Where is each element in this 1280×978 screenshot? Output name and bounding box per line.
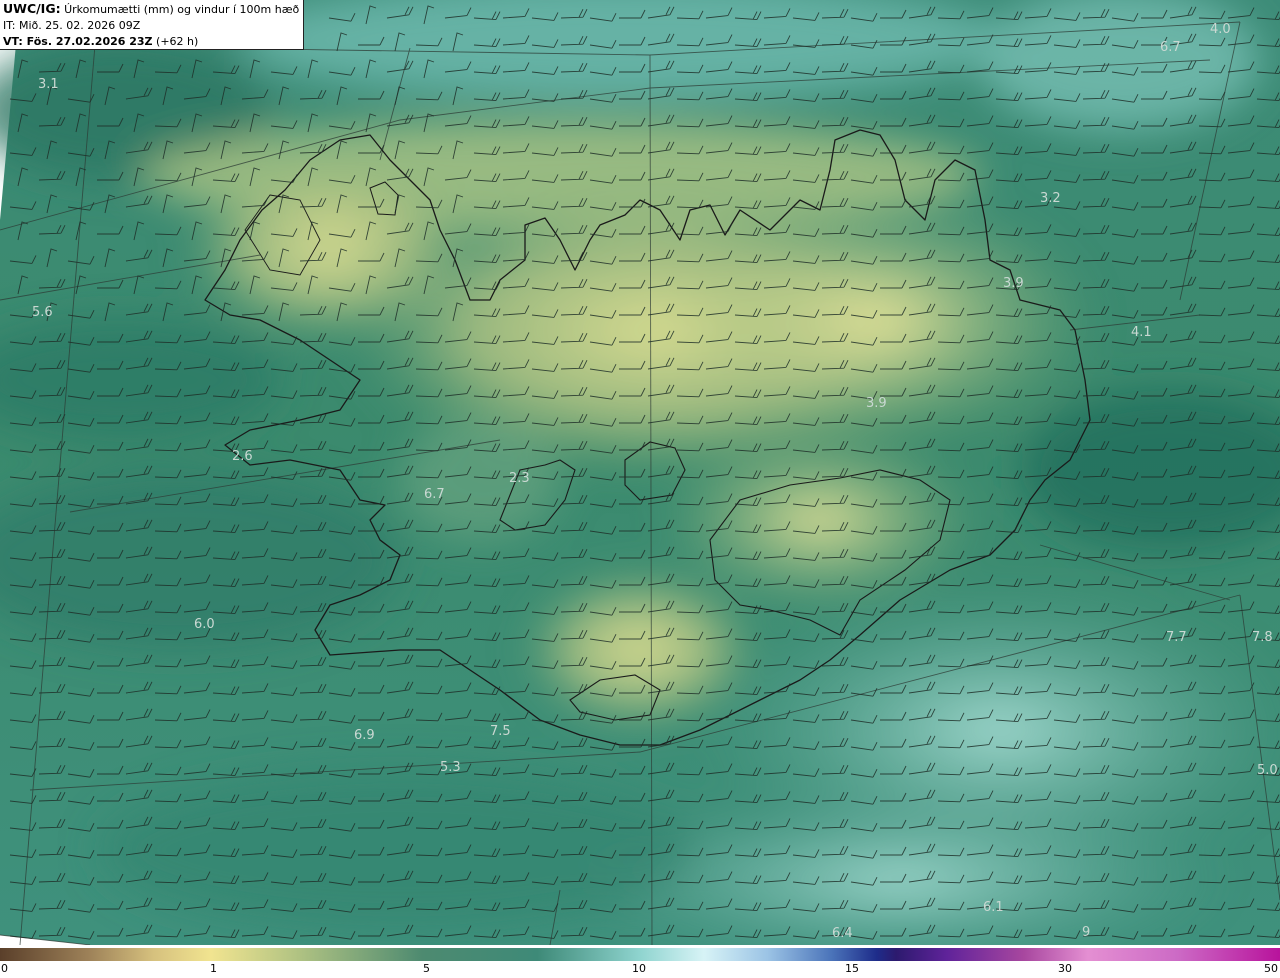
colorbar: 0 1 5 10 15 30 50 <box>0 945 1280 978</box>
colorbar-tick: 50 <box>1264 962 1278 975</box>
precip-value-label: 6.0 <box>194 617 215 632</box>
precip-value-label: 5.0 <box>1257 763 1278 778</box>
map-header: UWC/IG: Úrkomumætti (mm) og vindur í 100… <box>0 0 304 50</box>
map-canvas: 3.1 6.7 4.0 3.2 5.6 3.9 4.1 3.9 2.6 6.7 2.3 6.0 7.7 7… <box>0 0 1280 945</box>
colorbar-tick: 1 <box>210 962 217 975</box>
precip-value-label: 2.3 <box>509 471 530 486</box>
colorbar-tick: 5 <box>423 962 430 975</box>
precip-value-label: 4.1 <box>1131 325 1152 340</box>
precip-value-label: 3.1 <box>38 77 59 92</box>
colorbar-tick: 30 <box>1058 962 1072 975</box>
precip-value-label: 3.9 <box>1003 276 1024 291</box>
precip-value-label: 7.8 <box>1252 630 1273 645</box>
precip-value-label: 3.2 <box>1040 191 1061 206</box>
precip-value-label: 6.7 <box>424 487 445 502</box>
colorbar-tick: 0 <box>1 962 8 975</box>
precip-value-label: 6.1 <box>983 900 1004 915</box>
precip-value-label: 7.7 <box>1166 630 1187 645</box>
precip-value-label: 7.5 <box>490 724 511 739</box>
model-code: UWC/IG: <box>3 1 61 16</box>
title-text: Úrkomumætti (mm) og vindur í 100m hæð <box>60 3 300 16</box>
valid-time: VT: Fös. 27.02.2026 23Z <box>3 35 153 48</box>
precip-value-label: 3.9 <box>866 396 887 411</box>
precip-value-label: 5.6 <box>32 305 53 320</box>
precip-value-label: 5.3 <box>440 760 461 775</box>
precip-value-label: 6.4 <box>832 926 853 941</box>
colorbar-tick: 10 <box>632 962 646 975</box>
precip-value-label: 4.0 <box>1210 22 1231 37</box>
init-time: IT: Mið. 25. 02. 2026 09Z <box>3 19 141 32</box>
precip-value-label: 6.9 <box>354 728 375 743</box>
precip-value-label: 2.6 <box>232 449 253 464</box>
title-line: UWC/IG: Úrkomumætti (mm) og vindur í 100… <box>3 1 300 18</box>
colorbar-tick: 15 <box>845 962 859 975</box>
precipitation-wind-map: 3.1 6.7 4.0 3.2 5.6 3.9 4.1 3.9 2.6 6.7 2.3 6.0 7.7 7… <box>0 0 1280 945</box>
precip-value-label: 6.7 <box>1160 40 1181 55</box>
precip-value-label: 9 <box>1082 925 1090 940</box>
valid-line: VT: Fös. 27.02.2026 23Z (+62 h) <box>3 34 300 50</box>
colorbar-gradient <box>0 948 1280 961</box>
lead-time: (+62 h) <box>152 35 199 48</box>
